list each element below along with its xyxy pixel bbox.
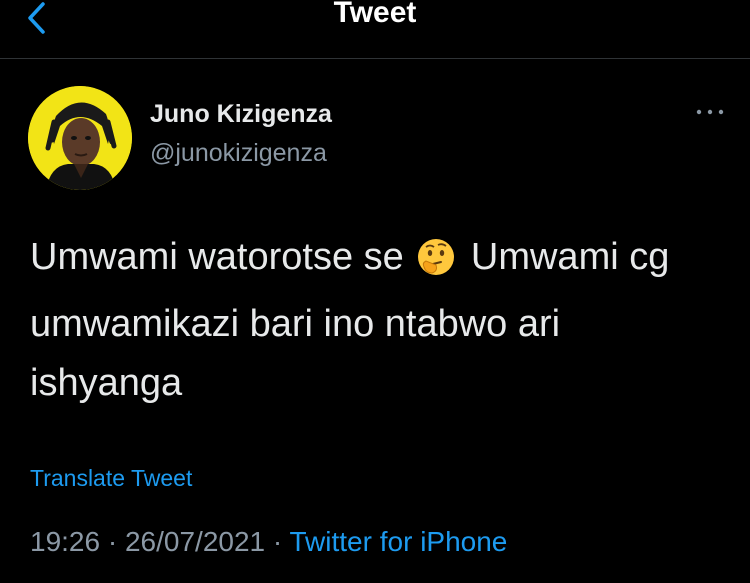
page-title: Tweet [333, 0, 417, 29]
avatar[interactable] [28, 86, 132, 190]
tweet-text-part1: Umwami watorotse se [30, 236, 404, 278]
tweet-time[interactable]: 19:26 [30, 526, 100, 557]
meta-separator: · [100, 526, 125, 557]
thinking-face-emoji [418, 239, 455, 275]
top-bar: Tweet [0, 0, 750, 59]
more-options-button[interactable] [688, 100, 732, 124]
more-horizontal-icon [696, 109, 724, 115]
meta-separator: · [265, 526, 290, 557]
tweet-body: Umwami watorotse se Umwami cg umwamikazi… [30, 228, 720, 413]
tweet-author: Juno Kizigenza @junokizigenza [28, 86, 728, 196]
translate-tweet-link[interactable]: Translate Tweet [30, 465, 192, 492]
avatar-image [28, 86, 132, 190]
author-name[interactable]: Juno Kizigenza [150, 100, 332, 129]
tweet-source-link[interactable]: Twitter for iPhone [290, 526, 508, 557]
tweet-meta: 19:26 · 26/07/2021 · Twitter for iPhone [30, 526, 507, 558]
author-handle[interactable]: @junokizigenza [150, 139, 327, 168]
tweet-date[interactable]: 26/07/2021 [125, 526, 265, 557]
